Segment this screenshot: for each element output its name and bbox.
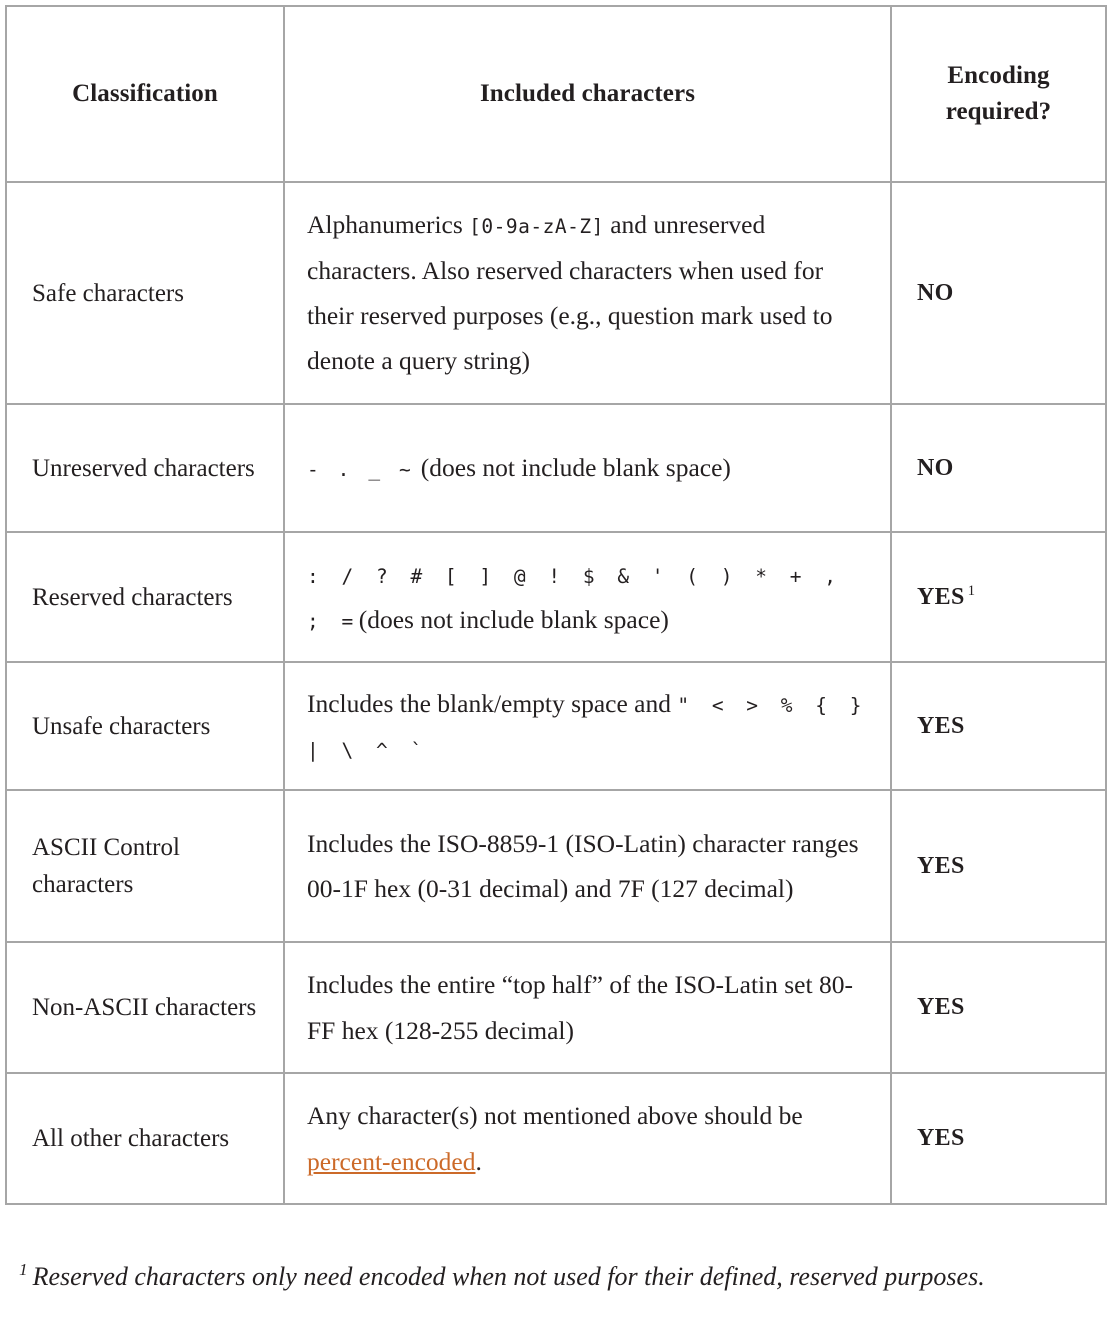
cell-encoding-required: YES <box>890 1072 1107 1205</box>
table-row: Unreserved characters - . _ ~ (does not … <box>5 403 1107 533</box>
cell-encoding-required: YES 1 <box>890 531 1107 663</box>
cell-included-characters: Includes the entire “top half” of the IS… <box>283 941 892 1074</box>
cell-included-characters: Alphanumerics [0-9a-zA-Z] and unreserved… <box>283 181 892 405</box>
footnote-text: Reserved characters only need encoded wh… <box>32 1262 985 1291</box>
chars-text-pre: Includes the blank/empty space and <box>307 688 678 718</box>
chars-text-post: (does not include blank space) <box>414 453 731 483</box>
encoding-value: NO <box>917 279 954 306</box>
chars-text-post: . <box>475 1146 482 1176</box>
cell-included-characters: Includes the ISO-8859-1 (ISO-Latin) char… <box>283 789 892 943</box>
table-header-row: Classification Included characters Encod… <box>5 5 1107 183</box>
chars-text-pre: Alphanumerics <box>307 210 470 240</box>
cell-encoding-required: YES <box>890 661 1107 791</box>
encoding-value: YES <box>917 852 965 879</box>
cell-included-characters: Any character(s) not mentioned above sho… <box>283 1072 892 1205</box>
table-row: All other characters Any character(s) no… <box>5 1072 1107 1205</box>
column-header-encoding-required: Encoding required? <box>890 5 1107 183</box>
table-row: Unsafe characters Includes the blank/emp… <box>5 661 1107 791</box>
cell-classification: Unreserved characters <box>5 403 285 533</box>
cell-encoding-required: YES <box>890 789 1107 943</box>
column-header-included-characters: Included characters <box>283 5 892 183</box>
percent-encoded-link[interactable]: percent-encoded <box>307 1147 475 1176</box>
cell-classification: ASCII Control characters <box>5 789 285 943</box>
cell-classification: Safe characters <box>5 181 285 405</box>
cell-included-characters: : / ? # [ ] @ ! $ & ' ( ) * + , ; =(does… <box>283 531 892 663</box>
footnote-marker: 1 <box>967 582 976 599</box>
cell-classification: Unsafe characters <box>5 661 285 791</box>
cell-encoding-required: YES <box>890 941 1107 1074</box>
encoding-value: YES <box>917 583 965 610</box>
table-row: Reserved characters : / ? # [ ] @ ! $ & … <box>5 531 1107 663</box>
chars-text-post: (does not include blank space) <box>358 605 669 634</box>
url-character-classification-table: Classification Included characters Encod… <box>5 5 1107 1205</box>
encoding-value: YES <box>917 1125 965 1151</box>
cell-classification: All other characters <box>5 1072 285 1205</box>
cell-included-characters: - . _ ~ (does not include blank space) <box>283 403 892 533</box>
cell-encoding-required: NO <box>890 403 1107 533</box>
encoding-value: YES <box>917 994 965 1020</box>
cell-included-characters: Includes the blank/empty space and " < >… <box>283 661 892 791</box>
table-row: ASCII Control characters Includes the IS… <box>5 789 1107 943</box>
table-row: Safe characters Alphanumerics [0-9a-zA-Z… <box>5 181 1107 405</box>
encoding-value: NO <box>917 454 954 481</box>
table-footnote: 1 Reserved characters only need encoded w… <box>19 1255 1104 1300</box>
chars-mono: [0-9a-zA-Z] <box>469 215 604 239</box>
cell-classification: Non-ASCII characters <box>5 941 285 1074</box>
cell-encoding-required: NO <box>890 181 1107 405</box>
chars-text-pre: Any character(s) not mentioned above sho… <box>307 1101 803 1131</box>
cell-classification: Reserved characters <box>5 531 285 663</box>
column-header-classification: Classification <box>5 5 285 183</box>
document-page: Classification Included characters Encod… <box>0 0 1118 1326</box>
encoding-value: YES <box>917 712 965 739</box>
chars-mono: - . _ ~ <box>307 458 415 482</box>
footnote-number: 1 <box>19 1260 28 1280</box>
table-row: Non-ASCII characters Includes the entire… <box>5 941 1107 1074</box>
